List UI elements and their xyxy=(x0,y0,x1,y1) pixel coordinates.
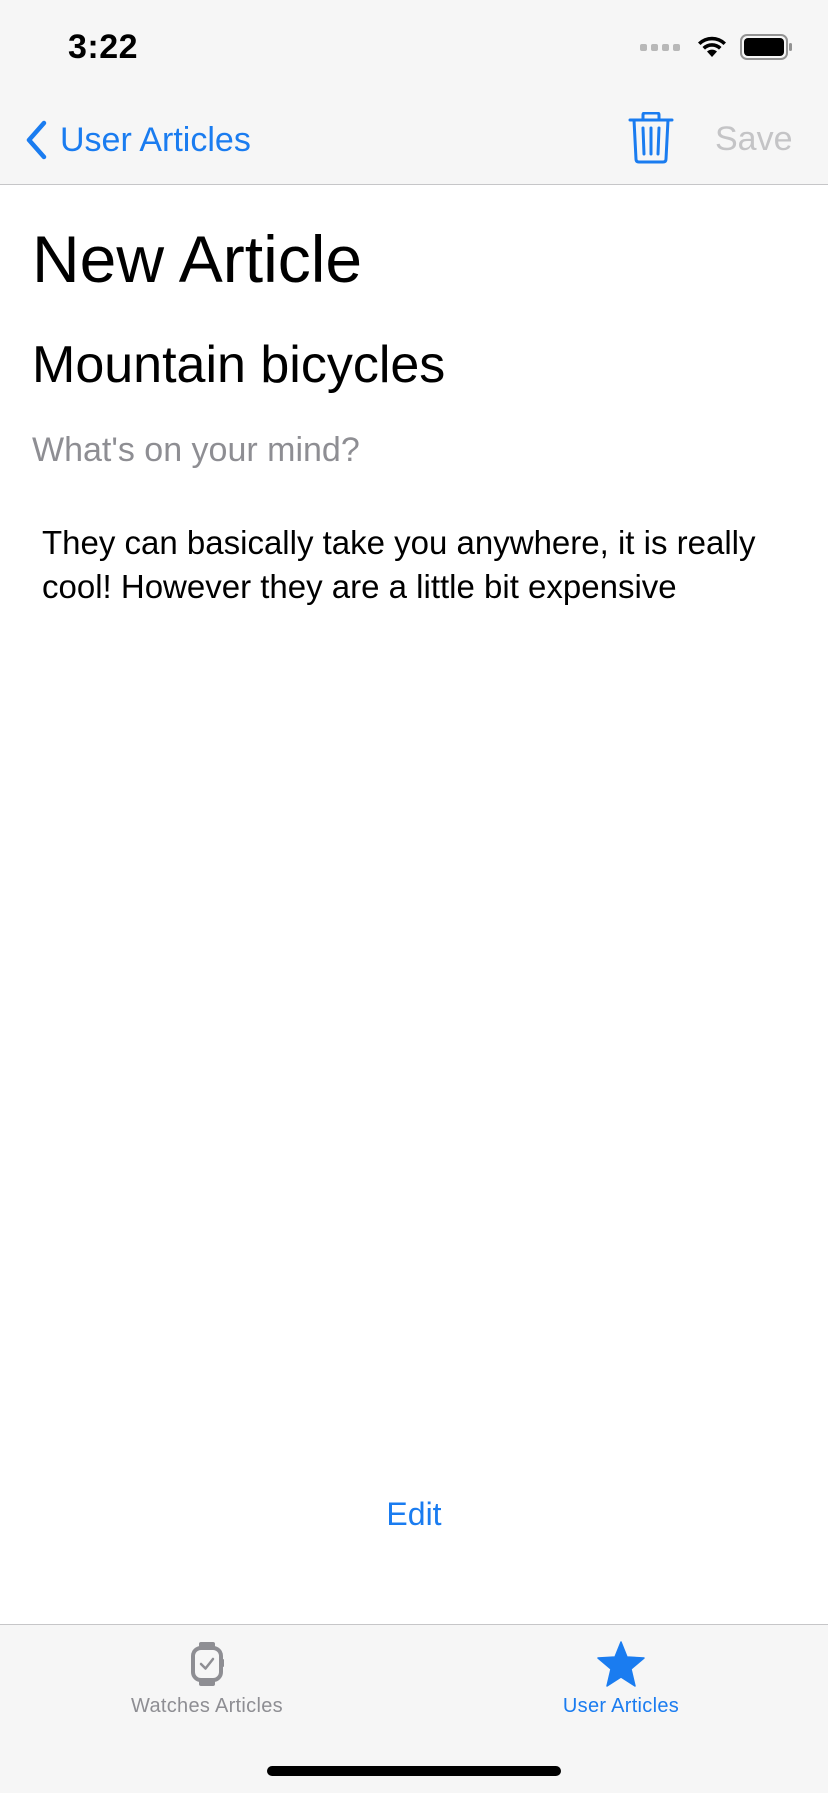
tab-label: Watches Articles xyxy=(131,1695,283,1717)
article-body-field[interactable]: They can basically take you anywhere, it… xyxy=(42,521,792,1421)
watch-icon xyxy=(191,1642,224,1686)
back-button-label: User Articles xyxy=(60,120,251,159)
tab-label: User Articles xyxy=(562,1695,680,1717)
home-indicator[interactable] xyxy=(267,1766,561,1776)
wifi-icon xyxy=(698,36,726,57)
edit-button[interactable]: Edit xyxy=(0,1496,828,1533)
cellular-signal-icon xyxy=(640,43,680,51)
status-icons xyxy=(640,34,794,60)
status-bar: 3:22 xyxy=(0,0,828,96)
chevron-left-icon xyxy=(26,120,47,160)
article-title-field[interactable] xyxy=(32,335,792,395)
save-button[interactable]: Save xyxy=(715,120,793,159)
star-icon xyxy=(597,1641,645,1687)
tab-watches-articles[interactable]: Watches Articles xyxy=(0,1641,414,1718)
status-time: 3:22 xyxy=(68,28,139,66)
tab-user-articles[interactable]: User Articles xyxy=(414,1641,828,1718)
article-subtitle-field[interactable] xyxy=(32,431,792,470)
page-title: New Article xyxy=(32,222,363,296)
navigation-bar: User Articles Save xyxy=(0,96,828,185)
battery-icon xyxy=(740,34,792,60)
back-button[interactable]: User Articles xyxy=(24,114,251,166)
trash-icon[interactable] xyxy=(628,112,674,164)
